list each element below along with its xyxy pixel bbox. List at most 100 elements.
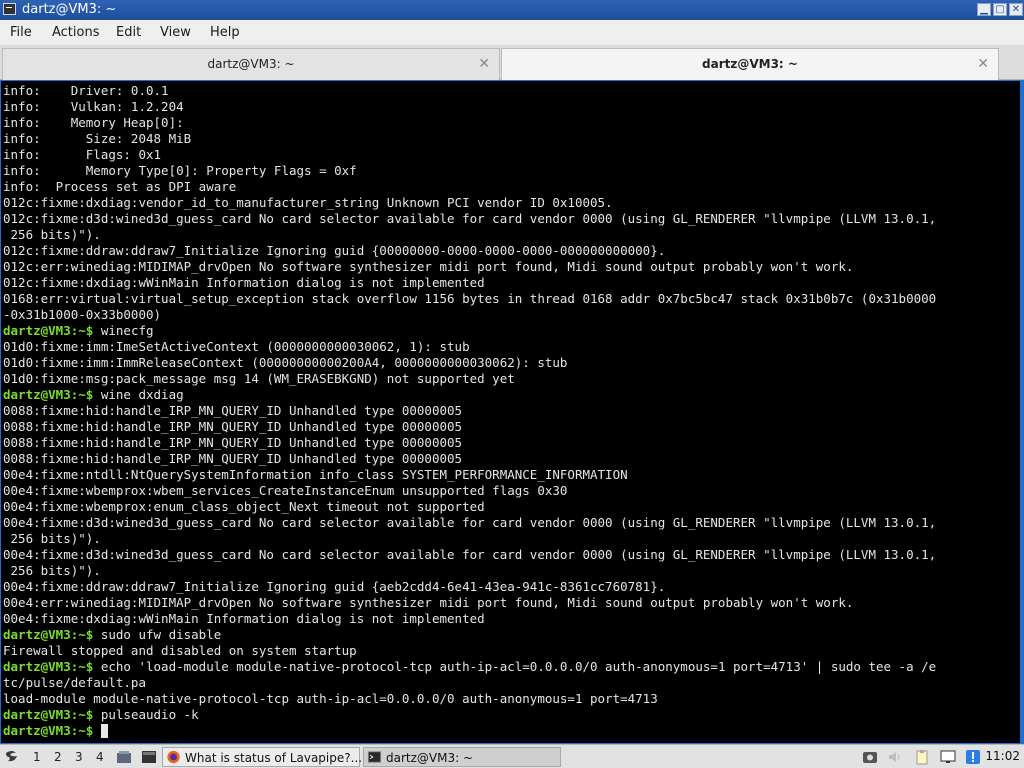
notification-icon[interactable] — [965, 749, 981, 765]
terminal-text: info: Vulkan: 1.2.204 — [3, 99, 184, 114]
shell-prompt: dartz@VM3:~$ — [3, 627, 94, 642]
taskbar-item-firefox[interactable]: What is status of Lavapipe?... — [162, 747, 363, 767]
taskbar-item-label: dartz@VM3: ~ — [386, 751, 474, 765]
workspace-3[interactable]: 3 — [75, 750, 83, 764]
terminal-text: 012c:fixme:dxdiag:vendor_id_to_manufactu… — [3, 195, 613, 210]
tab-close-icon[interactable]: ✕ — [977, 56, 989, 72]
terminal-text: 00e4:fixme:wbemprox:wbem_services_Create… — [3, 483, 568, 498]
terminal-text: Firewall stopped and disabled on system … — [3, 643, 357, 658]
terminal-text: 256 bits)"). — [3, 227, 101, 242]
terminal-line: 012c:fixme:ddraw:ddraw7_Initialize Ignor… — [3, 243, 1020, 259]
terminal-line: info: Vulkan: 1.2.204 — [3, 99, 1020, 115]
menu-actions[interactable]: Actions — [52, 25, 100, 40]
shell-prompt: dartz@VM3:~$ — [3, 707, 94, 722]
window-titlebar[interactable]: dartz@VM3: ~ ▁ ▢ ✕ — [0, 0, 1024, 20]
terminal-text: info: Driver: 0.0.1 — [3, 83, 169, 98]
shell-prompt: dartz@VM3:~$ — [3, 387, 94, 402]
terminal-line: 012c:fixme:dxdiag:vendor_id_to_manufactu… — [3, 195, 1020, 211]
menu-bar: File Actions Edit View Help — [0, 20, 1024, 45]
terminal-output[interactable]: info: Driver: 0.0.1 info: Vulkan: 1.2.204… — [0, 80, 1024, 744]
close-icon[interactable]: ✕ — [1009, 3, 1023, 16]
terminal-line: 00e4:fixme:d3d:wined3d_guess_card No car… — [3, 515, 1020, 531]
tab-terminal-1[interactable]: dartz@VM3: ~ ✕ — [2, 48, 500, 80]
taskbar-item-label: What is status of Lavapipe?... — [185, 751, 363, 765]
terminal-text: tc/pulse/default.pa — [3, 675, 146, 690]
terminal-icon — [367, 751, 382, 763]
terminal-area[interactable]: info: Driver: 0.0.1 info: Vulkan: 1.2.204… — [0, 80, 1024, 744]
workspace-1[interactable]: 1 — [33, 750, 41, 764]
terminal-text: 0088:fixme:hid:handle_IRP_MN_QUERY_ID Un… — [3, 419, 463, 434]
tab-close-icon[interactable]: ✕ — [478, 56, 490, 72]
terminal-line: dartz@VM3:~$ echo 'load-module module-na… — [3, 659, 1020, 675]
terminal-text: 0088:fixme:hid:handle_IRP_MN_QUERY_ID Un… — [3, 403, 463, 418]
shell-prompt: dartz@VM3:~$ — [3, 323, 94, 338]
terminal-text: 012c:fixme:dxdiag:wWinMain Information d… — [3, 275, 485, 290]
tab-terminal-2[interactable]: dartz@VM3: ~ ✕ — [501, 48, 999, 80]
show-desktop-icon[interactable] — [116, 749, 132, 765]
minimize-icon[interactable]: ▁ — [977, 3, 991, 16]
terminal-text: info: Flags: 0x1 — [3, 147, 162, 162]
firefox-icon — [167, 750, 180, 764]
start-menu-icon[interactable] — [3, 748, 21, 766]
terminal-text: 00e4:fixme:d3d:wined3d_guess_card No car… — [3, 547, 937, 562]
terminal-line: 012c:err:winediag:MIDIMAP_drvOpen No sof… — [3, 259, 1020, 275]
terminal-line: load-module module-native-protocol-tcp a… — [3, 691, 1020, 707]
terminal-line: 00e4:fixme:ntdll:NtQuerySystemInformatio… — [3, 467, 1020, 483]
terminal-text: 01d0:fixme:imm:ImmReleaseContext (000000… — [3, 355, 568, 370]
screenshot-icon[interactable] — [862, 749, 878, 765]
taskbar: 1 2 3 4 What is status of Lavapipe?... d… — [0, 744, 1024, 768]
tab-label: dartz@VM3: ~ — [207, 57, 295, 71]
terminal-text: info: Process set as DPI aware — [3, 179, 237, 194]
terminal-line: dartz@VM3:~$ wine dxdiag — [3, 387, 1020, 403]
terminal-text: 0088:fixme:hid:handle_IRP_MN_QUERY_ID Un… — [3, 451, 463, 466]
terminal-line: 01d0:fixme:imm:ImeSetActiveContext (0000… — [3, 339, 1020, 355]
terminal-line: 01d0:fixme:imm:ImmReleaseContext (000000… — [3, 355, 1020, 371]
terminal-text: winecfg — [93, 323, 154, 338]
terminal-text: 256 bits)"). — [3, 531, 101, 546]
terminal-line: 00e4:fixme:wbemprox:enum_class_object_Ne… — [3, 499, 1020, 515]
display-icon[interactable] — [940, 749, 956, 765]
taskbar-item-terminal[interactable]: dartz@VM3: ~ — [363, 747, 561, 767]
terminal-line: Firewall stopped and disabled on system … — [3, 643, 1020, 659]
terminal-line: 0088:fixme:hid:handle_IRP_MN_QUERY_ID Un… — [3, 435, 1020, 451]
terminal-text: 012c:fixme:d3d:wined3d_guess_card No car… — [3, 211, 937, 226]
clipboard-icon[interactable] — [914, 749, 930, 765]
menu-view[interactable]: View — [160, 25, 191, 40]
terminal-line: 00e4:err:winediag:MIDIMAP_drvOpen No sof… — [3, 595, 1020, 611]
shell-prompt: dartz@VM3:~$ — [3, 723, 94, 738]
terminal-line: dartz@VM3:~$ pulseaudio -k — [3, 707, 1020, 723]
menu-edit[interactable]: Edit — [116, 25, 141, 40]
terminal-line: -0x31b1000-0x33b0000) — [3, 307, 1020, 323]
menu-help[interactable]: Help — [210, 25, 240, 40]
terminal-line: 256 bits)"). — [3, 531, 1020, 547]
clock[interactable]: 11:02 — [985, 749, 1020, 763]
terminal-text: 0088:fixme:hid:handle_IRP_MN_QUERY_ID Un… — [3, 435, 463, 450]
terminal-line: 00e4:fixme:dxdiag:wWinMain Information d… — [3, 611, 1020, 627]
workspace-4[interactable]: 4 — [96, 750, 104, 764]
terminal-text: 012c:err:winediag:MIDIMAP_drvOpen No sof… — [3, 259, 854, 274]
terminal-line: 012c:fixme:dxdiag:wWinMain Information d… — [3, 275, 1020, 291]
terminal-text: sudo ufw disable — [93, 627, 222, 642]
terminal-line: 0088:fixme:hid:handle_IRP_MN_QUERY_ID Un… — [3, 419, 1020, 435]
terminal-text: 00e4:fixme:ntdll:NtQuerySystemInformatio… — [3, 467, 628, 482]
terminal-line: dartz@VM3:~$ — [3, 723, 1020, 739]
terminal-launcher-icon[interactable] — [141, 749, 157, 765]
terminal-line: 0168:err:virtual:virtual_setup_exception… — [3, 291, 1020, 307]
terminal-text: echo 'load-module module-native-protocol… — [93, 659, 937, 674]
terminal-text: load-module module-native-protocol-tcp a… — [3, 691, 658, 706]
terminal-cursor — [100, 724, 108, 738]
terminal-text: 01d0:fixme:msg:pack_message msg 14 (WM_E… — [3, 371, 515, 386]
maximize-icon[interactable]: ▢ — [993, 3, 1007, 16]
terminal-line: 012c:fixme:d3d:wined3d_guess_card No car… — [3, 211, 1020, 227]
terminal-line: 00e4:fixme:d3d:wined3d_guess_card No car… — [3, 547, 1020, 563]
volume-icon[interactable] — [887, 749, 903, 765]
terminal-line: info: Memory Heap[0]: — [3, 115, 1020, 131]
menu-file[interactable]: File — [10, 25, 32, 40]
workspace-2[interactable]: 2 — [54, 750, 62, 764]
terminal-app-icon — [3, 3, 16, 15]
terminal-text: 01d0:fixme:imm:ImeSetActiveContext (0000… — [3, 339, 470, 354]
terminal-line: info: Flags: 0x1 — [3, 147, 1020, 163]
terminal-line: 01d0:fixme:msg:pack_message msg 14 (WM_E… — [3, 371, 1020, 387]
terminal-line: dartz@VM3:~$ winecfg — [3, 323, 1020, 339]
